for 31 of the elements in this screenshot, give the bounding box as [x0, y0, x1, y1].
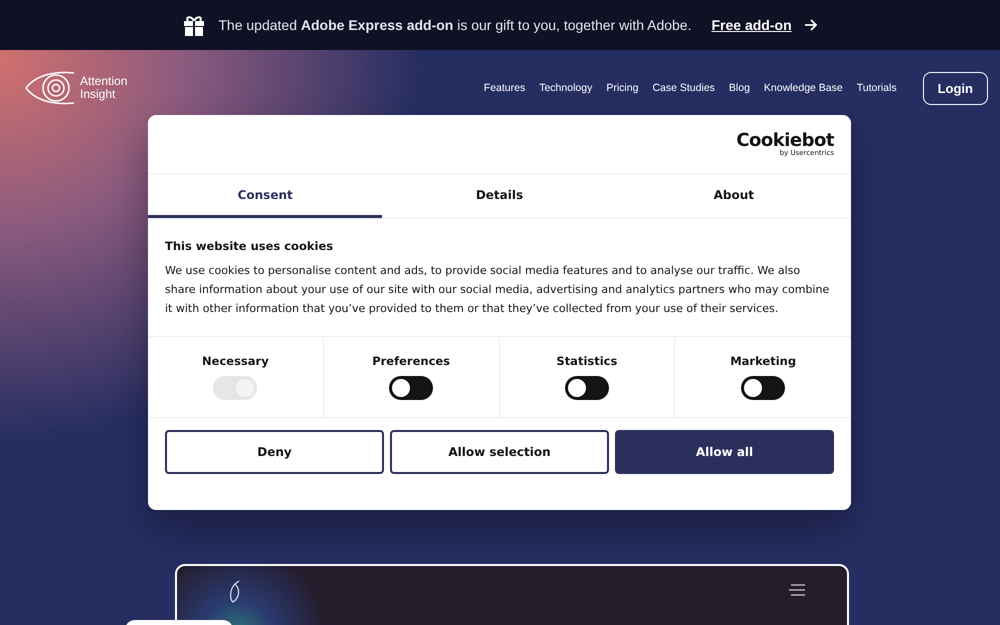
brand-name: Cookiebot: [736, 132, 834, 150]
dialog-tab[interactable]: Consent: [148, 174, 382, 218]
category-label: Necessary: [202, 354, 269, 368]
nav-link[interactable]: Features: [484, 82, 526, 94]
arrow-right-icon: [804, 18, 818, 32]
menu-icon[interactable]: [789, 584, 805, 596]
nav-link[interactable]: Case Studies: [652, 82, 715, 94]
nav-link[interactable]: Tutorials: [856, 82, 897, 94]
category-toggle[interactable]: [564, 376, 609, 400]
nav-link[interactable]: Knowledge Base: [764, 82, 843, 94]
free-addon-link[interactable]: Free add-on: [712, 17, 792, 33]
category-label: Marketing: [730, 354, 796, 368]
gift-icon: [182, 14, 206, 36]
category-label: Statistics: [556, 354, 618, 368]
nav-link[interactable]: Technology: [539, 82, 592, 94]
nav-link[interactable]: Pricing: [606, 82, 638, 94]
eye-logo-icon: [24, 69, 76, 107]
dialog-tab[interactable]: Details: [382, 174, 617, 218]
category-toggle[interactable]: [389, 376, 434, 400]
dialog-tab[interactable]: About: [616, 174, 851, 218]
allow-all-button[interactable]: Allow all: [615, 430, 834, 474]
dialog-button[interactable]: Allow selection: [390, 430, 609, 474]
login-button[interactable]: Login: [922, 72, 988, 104]
logo-text: Attention Insight: [80, 75, 128, 101]
category-toggle[interactable]: [741, 376, 786, 400]
nav-link[interactable]: Blog: [728, 82, 750, 94]
dialog-button[interactable]: Deny: [165, 430, 384, 474]
category-label: Preferences: [372, 354, 450, 368]
dialog-text: We use cookies to personalise content and ads, to provide social media features and to analyse our traffic. We also share information about your use of our site with our social media, advertising and analytics partners who may combine it with other information that you’ve provided to them or that they’ve collected from your use of their services.: [165, 263, 830, 317]
dialog-title: This website uses cookies: [165, 239, 334, 253]
banner-text: The updated Adobe Express add-on is our gift to you, together with Adobe.: [218, 17, 692, 33]
